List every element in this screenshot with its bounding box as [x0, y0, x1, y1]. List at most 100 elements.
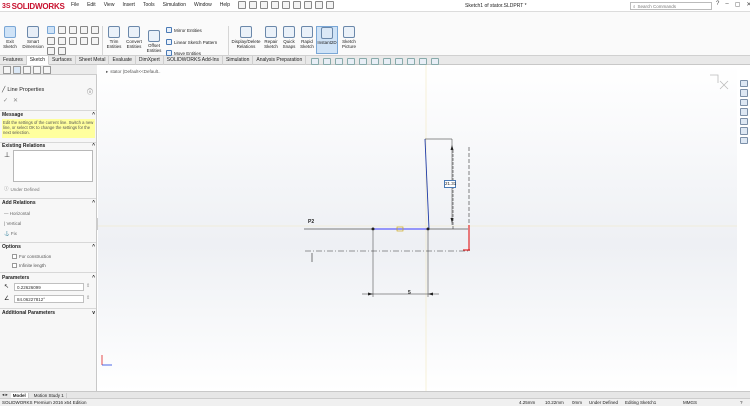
parameters-header[interactable]: Parameters ^	[2, 275, 95, 281]
tab-evaluate[interactable]: Evaluate	[109, 56, 136, 65]
line-icon[interactable]	[47, 26, 55, 34]
options-header[interactable]: Options ^	[2, 244, 95, 250]
fillet-icon[interactable]	[80, 36, 88, 45]
print-icon[interactable]	[282, 1, 290, 9]
search-commands-input[interactable]: ⌕ Search Commands	[630, 2, 712, 10]
text-icon[interactable]	[47, 47, 55, 56]
menu-help[interactable]: Help	[219, 2, 231, 8]
menu-simulation[interactable]: Simulation	[162, 2, 187, 8]
infinite-length-option[interactable]: Infinite length	[12, 261, 51, 270]
new-document-icon[interactable]	[249, 1, 257, 9]
section-view-icon[interactable]	[347, 58, 355, 65]
length-spinner-icon[interactable]: ⇕	[86, 283, 90, 289]
ellipse-icon[interactable]	[69, 36, 77, 45]
design-library-icon[interactable]	[740, 89, 748, 97]
display-tab-icon[interactable]	[43, 66, 51, 74]
solidworks-resources-icon[interactable]	[740, 80, 748, 88]
help-button[interactable]: ?	[716, 1, 719, 8]
tab-motion-study[interactable]: Motion Study 1	[32, 392, 67, 398]
sketch-picture-button[interactable]: Sketch Picture	[340, 26, 358, 49]
view-orientation-icon[interactable]	[371, 58, 379, 65]
smart-dimension-button[interactable]: Smart Dimension	[22, 26, 44, 49]
for-construction-option[interactable]: For construction	[12, 252, 51, 261]
tab-sketch[interactable]: Sketch	[26, 56, 50, 65]
undo-icon[interactable]	[293, 1, 301, 9]
infinite-length-checkbox[interactable]	[12, 263, 17, 269]
for-construction-checkbox[interactable]	[12, 254, 17, 260]
tab-simulation[interactable]: Simulation	[223, 56, 254, 65]
existing-relations-header[interactable]: Existing Relations ^	[2, 143, 95, 149]
save-icon[interactable]	[271, 1, 279, 9]
minimize-button[interactable]: –	[725, 1, 728, 8]
maximize-button[interactable]: ▢	[735, 1, 741, 8]
options-gear-icon[interactable]	[326, 1, 334, 9]
trim-entities-button[interactable]: Trim Entities	[105, 26, 123, 49]
dimension-bottom-value[interactable]: 5	[408, 290, 411, 296]
linear-sketch-pattern-button[interactable]: Linear Sketch Pattern	[166, 39, 217, 45]
spline-icon[interactable]	[58, 36, 66, 45]
custom-properties-icon[interactable]	[740, 127, 748, 135]
repair-sketch-button[interactable]: Repair Sketch	[262, 26, 280, 49]
dimension-value-box[interactable]: 21.31	[444, 180, 456, 188]
existing-relations-list[interactable]	[13, 150, 93, 182]
mirror-entities-button[interactable]: Mirror Entities	[166, 27, 202, 33]
circle-icon[interactable]	[69, 26, 77, 34]
status-help-icon[interactable]: ?	[740, 400, 743, 405]
feature-tree-tab-icon[interactable]	[3, 66, 11, 74]
menu-insert[interactable]: Insert	[121, 2, 136, 8]
graphics-viewport[interactable]: ▸ stator (Default<<Default.. 21.31 5 P2	[98, 65, 737, 391]
cancel-button[interactable]: ✕	[13, 97, 18, 104]
relation-fix[interactable]: ⚓ Fix	[4, 229, 30, 239]
menu-edit[interactable]: Edit	[86, 2, 97, 8]
menu-file[interactable]: File	[70, 2, 80, 8]
slot-icon[interactable]	[91, 26, 99, 34]
tab-dimxpert[interactable]: DimXpert	[136, 56, 164, 65]
exit-sketch-button[interactable]: Exit Sketch	[2, 26, 18, 49]
angle-spinner-icon[interactable]: ⇕	[86, 295, 90, 301]
instant2d-button[interactable]: Instant2D	[316, 26, 338, 54]
solidworks-logo[interactable]: 3S SOLIDWORKS	[2, 1, 65, 11]
tab-features[interactable]: Features	[0, 56, 27, 65]
previous-view-icon[interactable]	[335, 58, 343, 65]
arc-icon[interactable]	[80, 26, 88, 34]
view-palette-icon[interactable]	[740, 108, 748, 116]
apply-scene-icon[interactable]	[419, 58, 427, 65]
tab-model[interactable]: Model	[10, 392, 29, 398]
select-icon[interactable]	[304, 1, 312, 9]
tab-add-ins[interactable]: SOLIDWORKS Add-Ins	[164, 56, 224, 65]
dimxpert-tab-icon[interactable]	[33, 66, 41, 74]
plane-icon[interactable]	[91, 36, 99, 45]
offset-entities-button[interactable]: Offset Entities	[145, 30, 163, 53]
quick-snaps-button[interactable]: Quick Snaps	[281, 26, 297, 49]
hide-show-items-icon[interactable]	[395, 58, 403, 65]
length-field[interactable]: 0.22626099	[14, 283, 84, 291]
rapid-sketch-button[interactable]: Rapid Sketch	[299, 26, 315, 49]
appearances-icon[interactable]	[740, 117, 748, 126]
file-explorer-icon[interactable]	[740, 98, 748, 107]
sketch-canvas[interactable]	[98, 65, 737, 391]
angle-field[interactable]: 84.06227812°	[14, 295, 84, 303]
menu-tools[interactable]: Tools	[142, 2, 156, 8]
add-relations-header[interactable]: Add Relations ^	[2, 200, 95, 206]
edit-appearance-icon[interactable]	[407, 58, 415, 65]
zoom-area-icon[interactable]	[323, 58, 331, 65]
message-section-header[interactable]: Message ^	[2, 112, 95, 118]
tab-sheet-metal[interactable]: Sheet Metal	[76, 56, 110, 65]
relation-vertical[interactable]: | Vertical	[4, 219, 30, 229]
point-icon[interactable]	[58, 47, 66, 56]
rectangle-icon[interactable]	[58, 26, 66, 34]
configuration-tab-icon[interactable]	[23, 66, 31, 74]
dynamic-annotation-icon[interactable]	[359, 58, 367, 65]
rebuild-icon[interactable]	[315, 1, 323, 9]
ok-button[interactable]: ✓	[3, 97, 8, 104]
status-units[interactable]: MMGS	[683, 400, 697, 405]
home-icon[interactable]	[238, 1, 246, 9]
property-manager-tab-icon[interactable]	[13, 66, 21, 74]
display-delete-relations-button[interactable]: Display/Delete Relations	[231, 26, 261, 49]
display-style-icon[interactable]	[383, 58, 391, 65]
relation-horizontal[interactable]: — Horizontal	[4, 209, 30, 219]
menu-view[interactable]: View	[103, 2, 116, 8]
tab-surfaces[interactable]: Surfaces	[49, 56, 76, 65]
polygon-icon[interactable]	[47, 36, 55, 45]
open-icon[interactable]	[260, 1, 268, 9]
